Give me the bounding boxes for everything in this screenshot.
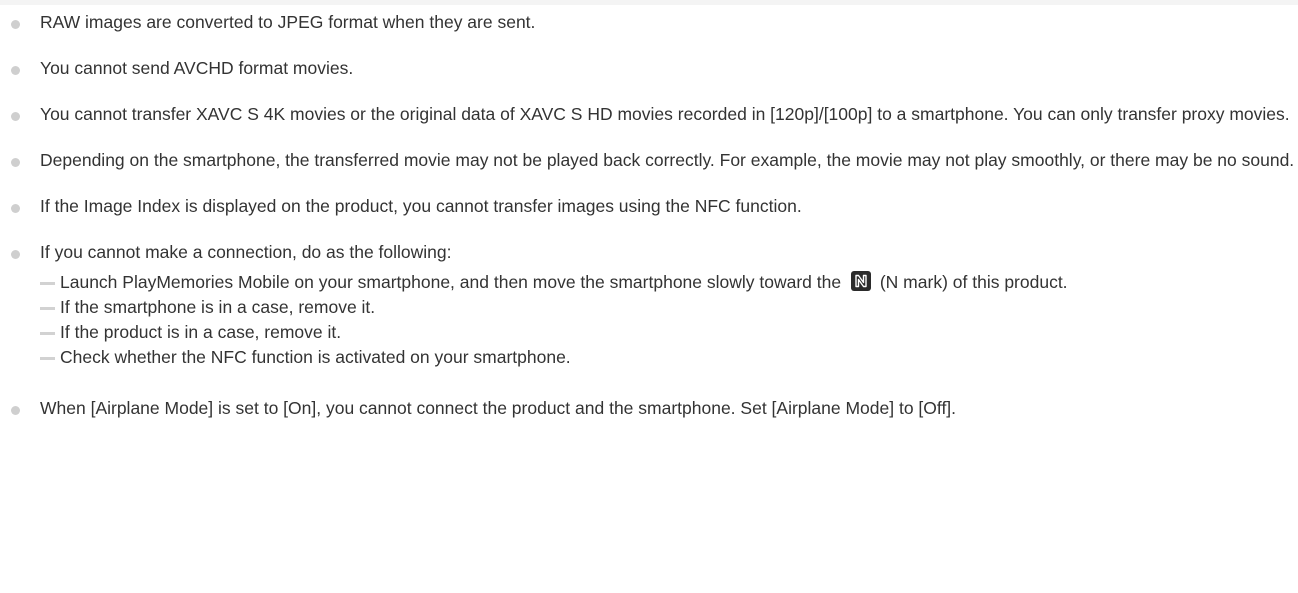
bullet-icon <box>11 20 20 29</box>
note-text: You cannot transfer XAVC S 4K movies or … <box>40 104 1290 124</box>
dash-icon <box>40 307 55 310</box>
bullet-icon <box>11 406 20 415</box>
notes-list: RAW images are converted to JPEG format … <box>0 8 1298 440</box>
list-item: When [Airplane Mode] is set to [On], you… <box>0 394 1298 423</box>
sub-item-text-continued: (N mark) of this product. <box>879 272 1068 292</box>
dash-icon <box>40 282 55 285</box>
sub-list-item: If the product is in a case, remove it. <box>40 320 1298 345</box>
sub-list-item: Check whether the NFC function is activa… <box>40 345 1298 370</box>
bullet-icon <box>11 158 20 167</box>
sub-list-item: Launch PlayMemories Mobile on your smart… <box>40 270 1298 295</box>
note-text: If the Image Index is displayed on the p… <box>40 196 802 216</box>
sub-item-text: If the smartphone is in a case, remove i… <box>60 297 376 317</box>
notes-page: RAW images are converted to JPEG format … <box>0 0 1298 593</box>
bullet-icon <box>11 66 20 75</box>
dash-icon <box>40 357 55 360</box>
bullet-icon <box>11 250 20 259</box>
note-text: You cannot send AVCHD format movies. <box>40 58 354 78</box>
dash-icon <box>40 332 55 335</box>
note-text: If you cannot make a connection, do as t… <box>40 242 452 262</box>
sub-item-text: If the product is in a case, remove it. <box>60 322 342 342</box>
sub-item-text: Launch PlayMemories Mobile on your smart… <box>60 272 842 292</box>
list-item: If you cannot make a connection, do as t… <box>0 238 1298 370</box>
top-divider <box>0 0 1298 5</box>
list-item: Depending on the smartphone, the transfe… <box>0 146 1298 175</box>
note-text: When [Airplane Mode] is set to [On], you… <box>40 398 957 418</box>
sub-list-item: If the smartphone is in a case, remove i… <box>40 295 1298 320</box>
n-mark-icon <box>850 271 871 291</box>
connection-steps-list: Launch PlayMemories Mobile on your smart… <box>40 270 1298 370</box>
bullet-icon <box>11 112 20 121</box>
list-item: If the Image Index is displayed on the p… <box>0 192 1298 221</box>
n-mark-glyph <box>855 274 867 288</box>
bullet-icon <box>11 204 20 213</box>
note-text: Depending on the smartphone, the transfe… <box>40 150 1295 170</box>
sub-item-text: Check whether the NFC function is activa… <box>60 347 571 367</box>
list-item: RAW images are converted to JPEG format … <box>0 8 1298 37</box>
list-item: You cannot send AVCHD format movies. <box>0 54 1298 83</box>
note-text: RAW images are converted to JPEG format … <box>40 12 536 32</box>
list-item: You cannot transfer XAVC S 4K movies or … <box>0 100 1298 129</box>
